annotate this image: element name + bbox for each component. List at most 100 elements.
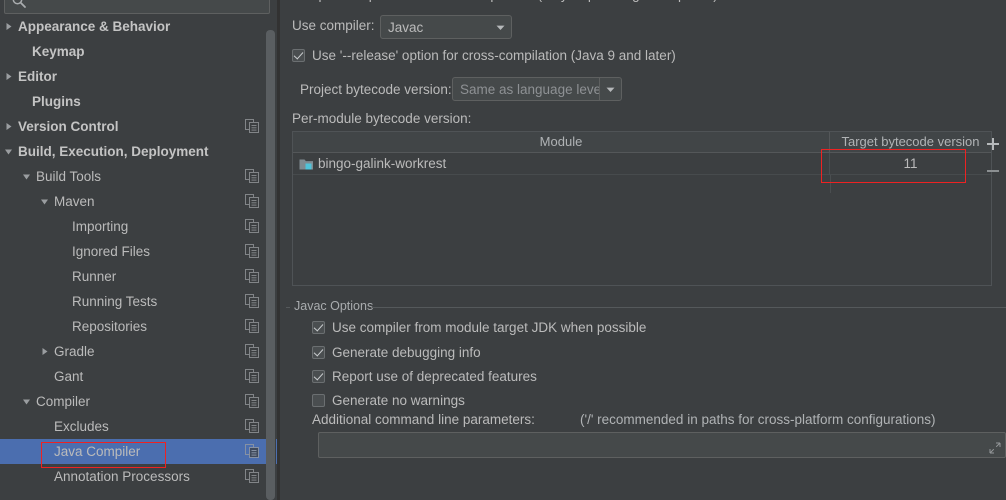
sidebar-item-label: Java Compiler <box>54 444 141 459</box>
remove-module-button[interactable] <box>983 161 1003 181</box>
sidebar-item-ignored-files[interactable]: Ignored Files <box>0 239 277 264</box>
use-compiler-dropdown[interactable]: Javac <box>380 15 512 39</box>
chevron-right-icon[interactable] <box>3 14 14 39</box>
sidebar-item-label: Annotation Processors <box>54 469 190 484</box>
sidebar-item-editor[interactable]: Editor <box>0 64 277 89</box>
chevron-right-icon[interactable] <box>3 114 14 139</box>
chevron-down-icon[interactable] <box>599 78 621 100</box>
copy-icon[interactable] <box>245 444 259 458</box>
report-deprecated-label: Report use of deprecated features <box>332 369 537 384</box>
generate-no-warnings-label: Generate no warnings <box>332 393 465 408</box>
sidebar-item-gant[interactable]: Gant <box>0 364 277 389</box>
sidebar-item-label: Build, Execution, Deployment <box>18 144 209 159</box>
sidebar-item-excludes[interactable]: Excludes <box>0 414 277 439</box>
sidebar-item-build-tools[interactable]: Build Tools <box>0 164 277 189</box>
sidebar-item-label: Gant <box>54 369 84 384</box>
sidebar-item-label: Plugins <box>32 94 81 109</box>
per-module-bytecode-label: Per-module bytecode version: <box>292 111 472 126</box>
expand-icon[interactable] <box>989 442 1001 454</box>
chevron-down-icon[interactable] <box>21 389 32 414</box>
release-option-label: Use '--release' option for cross-compila… <box>312 48 676 63</box>
settings-sidebar: Appearance & Behavior Keymap Editor Plugins… <box>0 0 277 500</box>
java-compiler-settings-panel: Compile independent modules in parallel … <box>280 0 1006 500</box>
sidebar-item-keymap[interactable]: Keymap <box>0 39 277 64</box>
cut-off-top-row: Compile independent modules in parallel … <box>290 0 990 3</box>
cell-divider <box>830 175 831 193</box>
sidebar-item-build-execution-deployment[interactable]: Build, Execution, Deployment <box>0 139 277 164</box>
copy-icon[interactable] <box>245 269 259 283</box>
additional-params-input[interactable] <box>318 432 1006 458</box>
javac-options-title: Javac Options <box>291 299 377 313</box>
copy-icon[interactable] <box>245 344 259 358</box>
sidebar-item-label: Appearance & Behavior <box>18 19 171 34</box>
copy-icon[interactable] <box>245 294 259 308</box>
sidebar-scrollbar-thumb[interactable] <box>266 30 275 500</box>
copy-icon[interactable] <box>245 394 259 408</box>
copy-icon[interactable] <box>245 469 259 483</box>
group-border-left <box>286 307 290 308</box>
copy-icon[interactable] <box>245 219 259 233</box>
use-compiler-label: Use compiler: <box>292 18 375 33</box>
module-name-cell: bingo-galink-workrest <box>318 156 447 171</box>
sidebar-item-compiler[interactable]: Compiler <box>0 389 277 414</box>
sidebar-scrollbar-track[interactable] <box>266 14 276 500</box>
report-deprecated-checkbox[interactable]: Report use of deprecated features <box>312 369 537 384</box>
copy-icon[interactable] <box>245 194 259 208</box>
sidebar-item-running-tests[interactable]: Running Tests <box>0 289 277 314</box>
checkbox-box <box>312 346 325 359</box>
copy-icon[interactable] <box>245 119 259 133</box>
copy-icon[interactable] <box>245 419 259 433</box>
target-bytecode-version-cell[interactable]: 11 <box>830 153 991 175</box>
per-module-bytecode-table[interactable]: Module Target bytecode version bingo-gal… <box>292 131 992 286</box>
chevron-right-icon[interactable] <box>3 64 14 89</box>
generate-debugging-info-label: Generate debugging info <box>332 345 481 360</box>
project-bytecode-dropdown[interactable]: Same as language level <box>452 77 622 101</box>
table-row[interactable]: bingo-galink-workrest 11 <box>293 153 991 175</box>
settings-search-field[interactable] <box>4 0 270 14</box>
sidebar-item-repositories[interactable]: Repositories <box>0 314 277 339</box>
sidebar-item-version-control[interactable]: Version Control <box>0 114 277 139</box>
sidebar-item-label: Editor <box>18 69 57 84</box>
release-option-checkbox[interactable]: Use '--release' option for cross-compila… <box>292 48 676 63</box>
generate-no-warnings-checkbox[interactable]: Generate no warnings <box>312 393 465 408</box>
table-empty-row[interactable] <box>830 175 991 193</box>
use-module-jdk-checkbox[interactable]: Use compiler from module target JDK when… <box>312 320 646 335</box>
copy-icon[interactable] <box>245 369 259 383</box>
sidebar-item-maven[interactable]: Maven <box>0 189 277 214</box>
copy-icon[interactable] <box>245 169 259 183</box>
checkbox-box <box>292 49 305 62</box>
settings-tree[interactable]: Appearance & Behavior Keymap Editor Plugins… <box>0 14 277 500</box>
copy-icon[interactable] <box>245 244 259 258</box>
add-module-button[interactable] <box>983 134 1003 154</box>
sidebar-item-java-compiler[interactable]: Java Compiler <box>0 439 277 464</box>
chevron-down-icon[interactable] <box>39 189 50 214</box>
search-icon <box>11 0 27 9</box>
sidebar-item-label: Running Tests <box>72 294 158 309</box>
sidebar-item-runner[interactable]: Runner <box>0 264 277 289</box>
sidebar-item-label: Keymap <box>32 44 85 59</box>
copy-icon[interactable] <box>245 319 259 333</box>
chevron-down-icon <box>489 16 511 38</box>
generate-debugging-info-checkbox[interactable]: Generate debugging info <box>312 345 481 360</box>
javac-options-group: Javac Options Use compiler from module t… <box>286 295 1006 493</box>
table-header-row: Module Target bytecode version <box>293 132 991 153</box>
chevron-right-icon[interactable] <box>39 339 50 364</box>
sidebar-item-label: Runner <box>72 269 117 284</box>
column-header-module[interactable]: Module <box>293 132 829 152</box>
settings-window: Appearance & Behavior Keymap Editor Plugins… <box>0 0 1006 500</box>
sidebar-item-label: Version Control <box>18 119 119 134</box>
chevron-down-icon[interactable] <box>21 164 32 189</box>
chevron-down-icon[interactable] <box>3 139 14 164</box>
sidebar-item-appearance-behavior[interactable]: Appearance & Behavior <box>0 14 277 39</box>
sidebar-item-importing[interactable]: Importing <box>0 214 277 239</box>
sidebar-item-label: Importing <box>72 219 129 234</box>
checkbox-box <box>312 370 325 383</box>
use-module-jdk-label: Use compiler from module target JDK when… <box>332 320 647 335</box>
sidebar-item-plugins[interactable]: Plugins <box>0 89 277 114</box>
use-compiler-value: Javac <box>388 19 424 35</box>
sidebar-item-gradle[interactable]: Gradle <box>0 339 277 364</box>
sidebar-item-annotation-processors[interactable]: Annotation Processors <box>0 464 277 489</box>
sidebar-item-label: Repositories <box>72 319 148 334</box>
column-header-target-bytecode-version[interactable]: Target bytecode version <box>830 132 991 152</box>
project-bytecode-label: Project bytecode version: <box>300 82 452 97</box>
